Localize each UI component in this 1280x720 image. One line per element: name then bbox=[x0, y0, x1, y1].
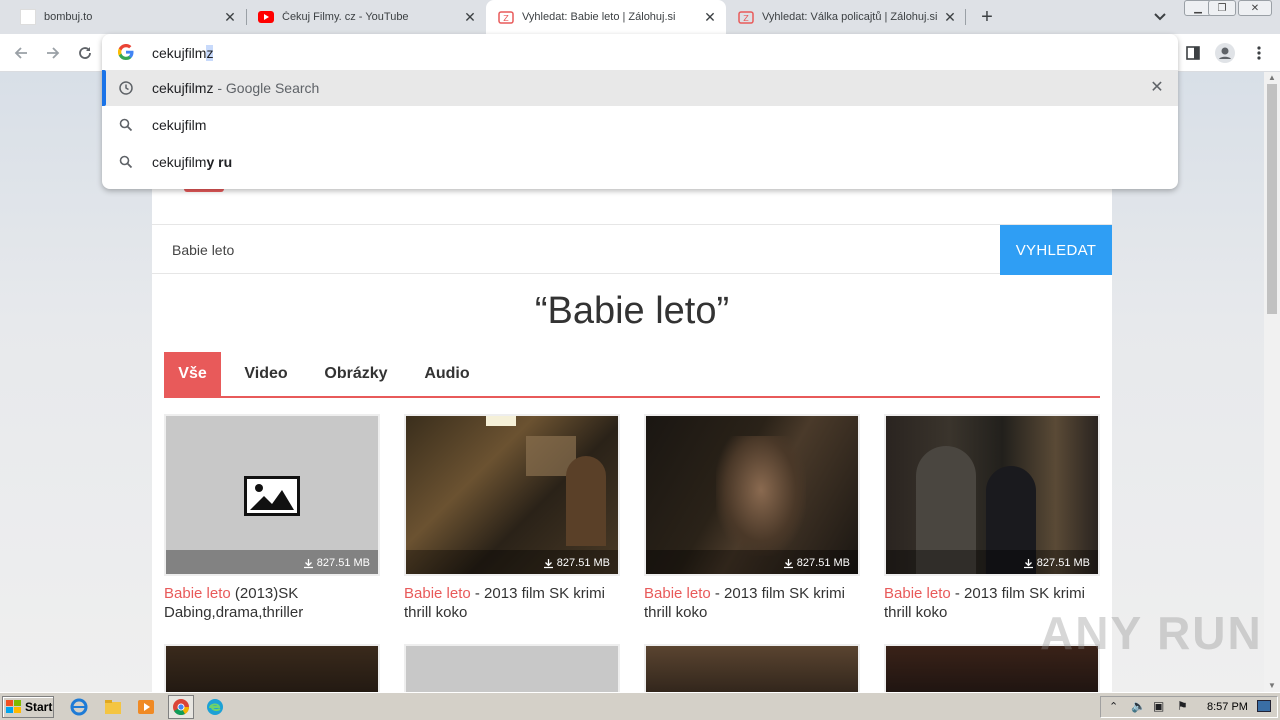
clock: 8:57 PM bbox=[1207, 701, 1248, 713]
tab-title: Vyhledat: Válka policajtů | Zálohuj.si bbox=[762, 11, 938, 23]
tab-audio[interactable]: Audio bbox=[416, 352, 478, 396]
reload-icon bbox=[79, 47, 91, 59]
chrome-icon[interactable] bbox=[172, 698, 190, 716]
remove-suggestion-icon[interactable]: ✕ bbox=[1148, 79, 1166, 97]
address-bar[interactable]: cekujfilmz bbox=[102, 34, 1178, 70]
result-thumbnail[interactable] bbox=[164, 644, 380, 692]
file-size: 827.51 MB bbox=[1023, 557, 1090, 569]
tab-title: Čekuj Filmy. cz - YouTube bbox=[282, 11, 409, 23]
zalohuj-icon: Z bbox=[498, 9, 514, 25]
edge-icon[interactable] bbox=[206, 698, 224, 716]
image-placeholder-icon bbox=[244, 476, 300, 516]
folder-icon[interactable] bbox=[104, 698, 122, 716]
tab-title: bombuj.to bbox=[44, 11, 93, 23]
zalohuj-icon: Z bbox=[738, 9, 754, 25]
omnibox-text[interactable]: cekujfilmz bbox=[152, 45, 214, 61]
suggestion-item[interactable]: cekujfilmz - Google Search ✕ bbox=[102, 70, 1178, 106]
tab-bombuj[interactable]: bombuj.to ✕ bbox=[0, 0, 246, 34]
tab-all[interactable]: Vše bbox=[164, 352, 221, 396]
start-button[interactable]: Start bbox=[2, 696, 54, 718]
suggestion-item[interactable]: cekujfilmy ru bbox=[102, 144, 1178, 180]
result-title[interactable]: Babie leto - 2013 film SK krimi thrill k… bbox=[644, 584, 864, 622]
blank-favicon-icon bbox=[20, 9, 36, 25]
tab-images[interactable]: Obrázky bbox=[316, 352, 396, 396]
result-thumbnail[interactable]: 827.51 MB bbox=[164, 414, 380, 576]
site-search-bar: Babie leto VYHLEDAT bbox=[152, 224, 1112, 275]
search-icon bbox=[118, 117, 134, 133]
arrow-left-icon bbox=[14, 47, 27, 59]
google-icon bbox=[117, 43, 134, 61]
file-size: 827.51 MB bbox=[303, 557, 370, 569]
new-tab-button[interactable]: + bbox=[976, 6, 998, 28]
menu-button[interactable] bbox=[1248, 42, 1270, 64]
result-thumbnail[interactable]: 827.51 MB bbox=[884, 414, 1100, 576]
file-size: 827.51 MB bbox=[543, 557, 610, 569]
filter-tabs: Vše Video Obrázky Audio bbox=[164, 352, 1100, 398]
scroll-up-icon[interactable]: ▲ bbox=[1264, 72, 1280, 84]
close-icon[interactable]: ✕ bbox=[702, 9, 718, 25]
result-title[interactable]: Babie leto - 2013 film SK krimi thrill k… bbox=[404, 584, 624, 622]
search-icon bbox=[118, 154, 134, 170]
taskbar: Start ⌃ 🔈 ▣ ⚑ 8:57 PM bbox=[0, 692, 1280, 720]
tab-separator bbox=[965, 9, 966, 25]
result-thumbnail[interactable] bbox=[644, 644, 860, 692]
result-thumbnail[interactable] bbox=[404, 644, 620, 692]
side-panel-icon bbox=[1186, 46, 1200, 60]
site-search-input[interactable]: Babie leto bbox=[172, 242, 234, 258]
svg-text:Z: Z bbox=[743, 14, 749, 23]
back-button[interactable] bbox=[10, 42, 32, 64]
history-icon bbox=[118, 80, 134, 96]
reload-button[interactable] bbox=[74, 42, 96, 64]
tab-zalohuj-valka[interactable]: Z Vyhledat: Válka policajtů | Zálohuj.si… bbox=[726, 0, 966, 34]
tab-strip: bombuj.to ✕ Čekuj Filmy. cz - YouTube ✕ … bbox=[0, 0, 1280, 34]
window-close-button[interactable]: ✕ bbox=[1238, 0, 1272, 16]
result-title[interactable]: Babie leto (2013)SK Dabing,drama,thrille… bbox=[164, 584, 384, 622]
media-player-icon[interactable] bbox=[137, 698, 155, 716]
result-thumbnail[interactable]: 827.51 MB bbox=[404, 414, 620, 576]
arrow-right-icon bbox=[47, 47, 60, 59]
download-icon bbox=[303, 558, 313, 568]
download-icon bbox=[1023, 558, 1033, 568]
system-tray: ⌃ 🔈 ▣ ⚑ bbox=[1100, 696, 1278, 718]
volume-icon[interactable]: 🔈 bbox=[1131, 699, 1146, 713]
close-icon[interactable]: ✕ bbox=[942, 9, 958, 25]
profile-icon bbox=[1215, 43, 1235, 63]
tab-zalohuj-babie-leto[interactable]: Z Vyhledat: Babie leto | Zálohuj.si ✕ bbox=[486, 0, 726, 34]
suggestion-item[interactable]: cekujfilm bbox=[102, 107, 1178, 143]
network-icon[interactable]: ▣ bbox=[1153, 699, 1164, 713]
more-vert-icon bbox=[1257, 46, 1261, 60]
page-title: “Babie leto” bbox=[534, 290, 730, 332]
restore-button[interactable]: ❐ bbox=[1208, 0, 1236, 16]
watermark: ANY RUN bbox=[1040, 607, 1263, 659]
forward-button[interactable] bbox=[42, 42, 64, 64]
flag-icon[interactable]: ⚑ bbox=[1177, 699, 1188, 713]
scroll-down-icon[interactable]: ▼ bbox=[1264, 680, 1280, 692]
close-icon[interactable]: ✕ bbox=[222, 9, 238, 25]
download-icon bbox=[783, 558, 793, 568]
side-panel-button[interactable] bbox=[1182, 42, 1204, 64]
download-icon bbox=[543, 558, 553, 568]
file-size: 827.51 MB bbox=[783, 557, 850, 569]
page-scrollbar[interactable]: ▲ ▼ bbox=[1264, 72, 1280, 692]
tab-video[interactable]: Video bbox=[236, 352, 296, 396]
scrollbar-thumb[interactable] bbox=[1267, 84, 1277, 314]
tray-expand-icon[interactable]: ⌃ bbox=[1109, 700, 1118, 713]
svg-text:Z: Z bbox=[503, 14, 509, 23]
result-thumbnail[interactable]: 827.51 MB bbox=[644, 414, 860, 576]
youtube-icon bbox=[258, 9, 274, 25]
profile-button[interactable] bbox=[1214, 42, 1236, 64]
close-icon[interactable]: ✕ bbox=[462, 9, 478, 25]
tab-youtube[interactable]: Čekuj Filmy. cz - YouTube ✕ bbox=[238, 0, 486, 34]
internet-explorer-icon[interactable] bbox=[70, 698, 88, 716]
windows-logo-icon bbox=[6, 700, 21, 713]
tab-title: Vyhledat: Babie leto | Zálohuj.si bbox=[522, 11, 676, 23]
omnibox-dropdown: cekujfilmz cekujfilmz - Google Search ✕ … bbox=[102, 34, 1178, 189]
chevron-down-icon[interactable] bbox=[1150, 8, 1170, 26]
search-button[interactable]: VYHLEDAT bbox=[1000, 225, 1112, 275]
show-desktop-icon[interactable] bbox=[1257, 700, 1271, 712]
